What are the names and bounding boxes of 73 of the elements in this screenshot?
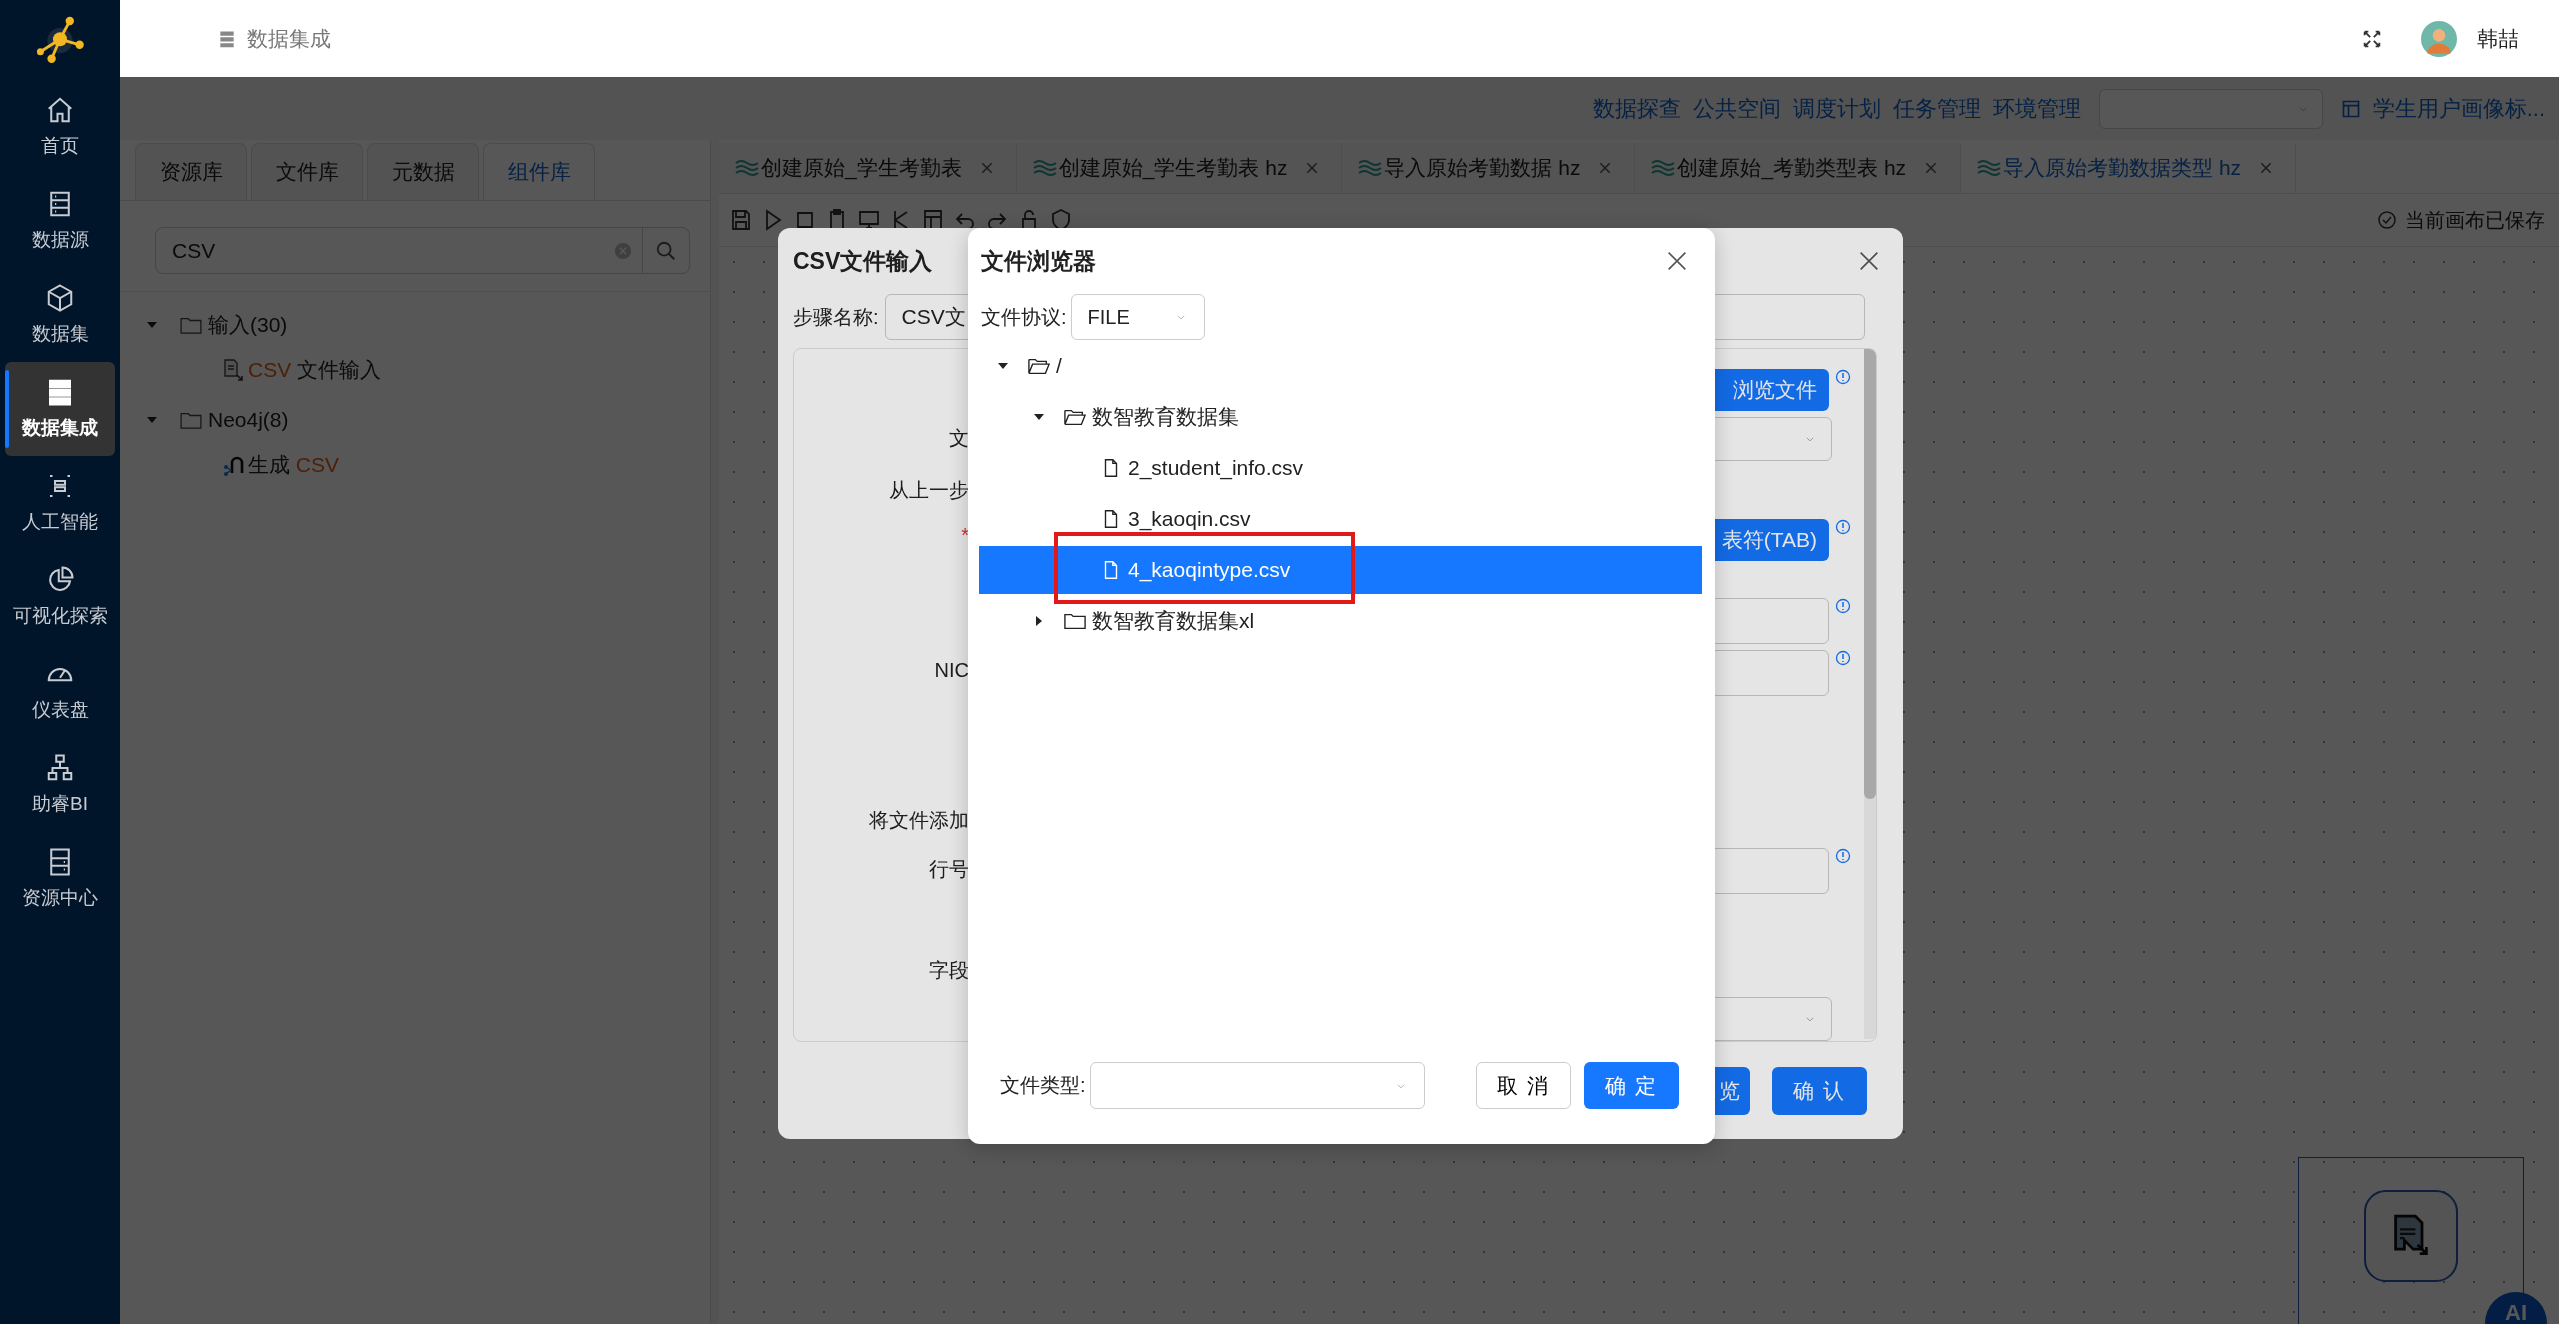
field-label: 步骤名称: — [793, 304, 879, 330]
protocol-select[interactable]: FILE — [1070, 294, 1205, 340]
nav-link[interactable]: 任务管理 — [1892, 93, 1981, 124]
wave-icon — [1651, 159, 1676, 177]
wave-icon — [1032, 159, 1057, 177]
nav-item[interactable]: 数据集 — [5, 268, 115, 362]
panel-tab[interactable]: 资源库 — [135, 143, 247, 200]
cancel-button[interactable]: 取 消 — [1476, 1062, 1571, 1109]
clear-icon[interactable] — [614, 241, 632, 260]
ai-button[interactable]: AI — [2485, 1292, 2547, 1324]
dialog-button[interactable]: 确 认 — [1772, 1066, 1867, 1115]
info-icon[interactable] — [1835, 369, 1851, 385]
file-tree-row[interactable]: 2_student_info.csv — [979, 442, 1702, 493]
check-circle-icon — [2377, 210, 2397, 230]
field-label: 字段 — [929, 958, 969, 983]
dialog-title: CSV文件输入 — [793, 246, 933, 276]
panel-tab[interactable]: 组件库 — [483, 143, 595, 200]
nav-link[interactable]: 公共空间 — [1692, 93, 1781, 124]
search-icon — [655, 239, 677, 262]
tree-item[interactable]: 输入(30) — [208, 310, 288, 339]
panel-tab[interactable]: 文件库 — [251, 143, 363, 200]
nav-link[interactable]: 数据探查 — [1592, 93, 1681, 124]
nav-item[interactable]: 人工智能 — [5, 456, 115, 550]
info-icon[interactable] — [1835, 519, 1851, 535]
project-link[interactable]: 学生用户画像标... — [2372, 93, 2545, 124]
field-label: 行号 — [929, 857, 969, 882]
field-label: 将文件添加 — [869, 808, 969, 833]
wave-icon — [1358, 159, 1383, 177]
close-icon[interactable] — [1667, 251, 1687, 271]
close-icon[interactable] — [1859, 251, 1879, 271]
tree-item[interactable]: 生成 CSV — [248, 451, 340, 479]
nav-link[interactable]: 调度计划 — [1792, 93, 1881, 124]
nav-item[interactable]: 仪表盘 — [5, 644, 115, 738]
avatar[interactable] — [2421, 20, 2457, 57]
nav-link[interactable]: 环境管理 — [1992, 93, 2081, 124]
nav-item[interactable]: 首页 — [5, 80, 115, 174]
info-icon[interactable] — [1835, 650, 1851, 666]
cube-icon — [45, 283, 75, 313]
file-tree-row[interactable]: 4_kaoqintype.csv — [979, 546, 1702, 594]
nav-item[interactable]: 可视化探索 — [5, 550, 115, 644]
panel-tab[interactable]: 元数据 — [367, 143, 479, 200]
confirm-button[interactable]: 确 定 — [1584, 1062, 1679, 1109]
field-label: 从上一步 — [889, 478, 969, 503]
board-icon — [2340, 98, 2361, 119]
field-label: 文 — [949, 426, 969, 451]
document-arrow-icon — [222, 358, 246, 382]
file-tree-row[interactable]: 数智教育数据集xl — [979, 595, 1702, 646]
tree-item[interactable]: Neo4j(8) — [208, 407, 289, 432]
dialog-title: 文件浏览器 — [981, 246, 1096, 276]
wave-icon — [735, 159, 759, 177]
search-field[interactable]: CSV — [155, 227, 690, 274]
field-label: * — [961, 523, 969, 548]
info-icon[interactable] — [1835, 848, 1851, 864]
folder-icon — [180, 410, 202, 429]
scrollbar[interactable] — [1864, 349, 1876, 1039]
user-name[interactable]: 韩喆 — [2477, 24, 2519, 53]
file-type-select[interactable] — [1089, 1062, 1425, 1109]
field-label: 文件协议: — [981, 304, 1067, 330]
wave-icon — [1977, 159, 2002, 177]
folder-icon — [180, 315, 202, 334]
nav-item[interactable]: 数据集成 — [5, 362, 115, 456]
tree-item[interactable]: CSV 文件输入 — [248, 356, 382, 384]
page-title: 数据集成 — [247, 25, 331, 52]
field-label: 文件类型: — [1000, 1073, 1086, 1098]
nav-item[interactable]: 助睿BI — [5, 738, 115, 832]
nav-item[interactable]: 数据源 — [5, 174, 115, 268]
save-icon[interactable] — [729, 208, 753, 232]
component-node[interactable] — [2364, 1190, 2458, 1282]
save-status: 当前画布已保存 — [2405, 207, 2545, 233]
field-label: NIC — [934, 658, 969, 683]
nav-item[interactable]: 资源中心 — [5, 832, 115, 926]
hierarchy-icon — [45, 753, 75, 783]
info-icon[interactable] — [1835, 598, 1851, 614]
